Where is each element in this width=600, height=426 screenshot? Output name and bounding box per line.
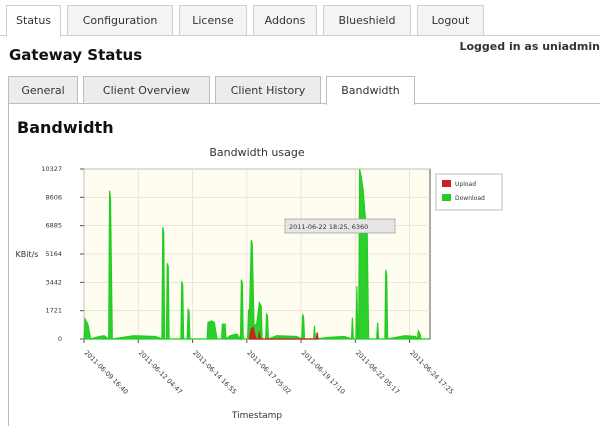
x-axis-ticks: 2011-06-09 16:40 2011-06-12 04:47 2011-06-… <box>83 339 455 396</box>
nav-divider <box>0 35 600 36</box>
top-navigation: Status Configuration License Addons Blue… <box>0 0 600 37</box>
legend-swatch-upload <box>442 180 451 187</box>
y-axis-label: KBit/s <box>16 250 39 259</box>
nav-tab-license[interactable]: License <box>179 5 247 36</box>
y-tick-label: 8606 <box>45 193 62 201</box>
x-tick-label: 2011-06-17 05:02 <box>245 349 292 396</box>
x-tick-label: 2011-06-19 17:10 <box>300 349 347 396</box>
logged-in-status: Logged in as uniadmin <box>459 40 600 53</box>
x-tick-label: 2011-06-12 04:47 <box>137 349 184 396</box>
tab-client-history[interactable]: Client History <box>215 76 321 104</box>
legend-box <box>435 173 503 211</box>
y-tick-label: 0 <box>58 335 62 343</box>
nav-tab-blueshield[interactable]: Blueshield <box>323 5 411 36</box>
tab-general[interactable]: General <box>8 76 78 104</box>
page-title: Gateway Status <box>9 46 143 64</box>
section-title: Bandwidth <box>17 118 114 137</box>
legend-label-upload: Upload <box>455 181 476 188</box>
tooltip-text: 2011-06-22 18:25, 6360 <box>289 223 368 231</box>
y-axis-ticks: 0 1721 3442 5164 6885 8606 10327 <box>41 165 84 343</box>
nav-tab-addons[interactable]: Addons <box>253 5 317 36</box>
x-tick-label: 2011-06-24 17:25 <box>408 349 455 396</box>
chart-title: Bandwidth usage <box>209 146 304 159</box>
y-tick-label: 6885 <box>45 222 62 230</box>
x-tick-label: 2011-06-22 05:17 <box>354 349 401 396</box>
y-tick-label: 5164 <box>45 250 62 258</box>
bandwidth-chart: Bandwidth usage 0 1721 3442 5164 6885 8606 103… <box>16 146 503 421</box>
legend-swatch-download <box>442 194 451 201</box>
tab-bandwidth[interactable]: Bandwidth <box>326 76 415 105</box>
x-axis-label: Timestamp <box>231 411 283 421</box>
chart-tooltip: 2011-06-22 18:25, 6360 <box>284 218 396 234</box>
y-tick-label: 3442 <box>45 278 62 286</box>
x-tick-label: 2011-06-09 16:40 <box>83 349 130 396</box>
nav-tab-logout[interactable]: Logout <box>417 5 484 36</box>
legend-label-download: Download <box>455 195 485 202</box>
tab-client-overview[interactable]: Client Overview <box>83 76 210 104</box>
y-tick-label: 10327 <box>41 165 62 173</box>
nav-tab-status[interactable]: Status <box>6 5 61 37</box>
sub-navigation: General Client Overview Client History B… <box>0 76 600 105</box>
y-tick-label: 1721 <box>45 307 62 315</box>
chart-legend: Upload Download <box>435 173 503 211</box>
x-tick-label: 2011-06-14 16:55 <box>191 349 238 396</box>
nav-tab-configuration[interactable]: Configuration <box>67 5 173 36</box>
